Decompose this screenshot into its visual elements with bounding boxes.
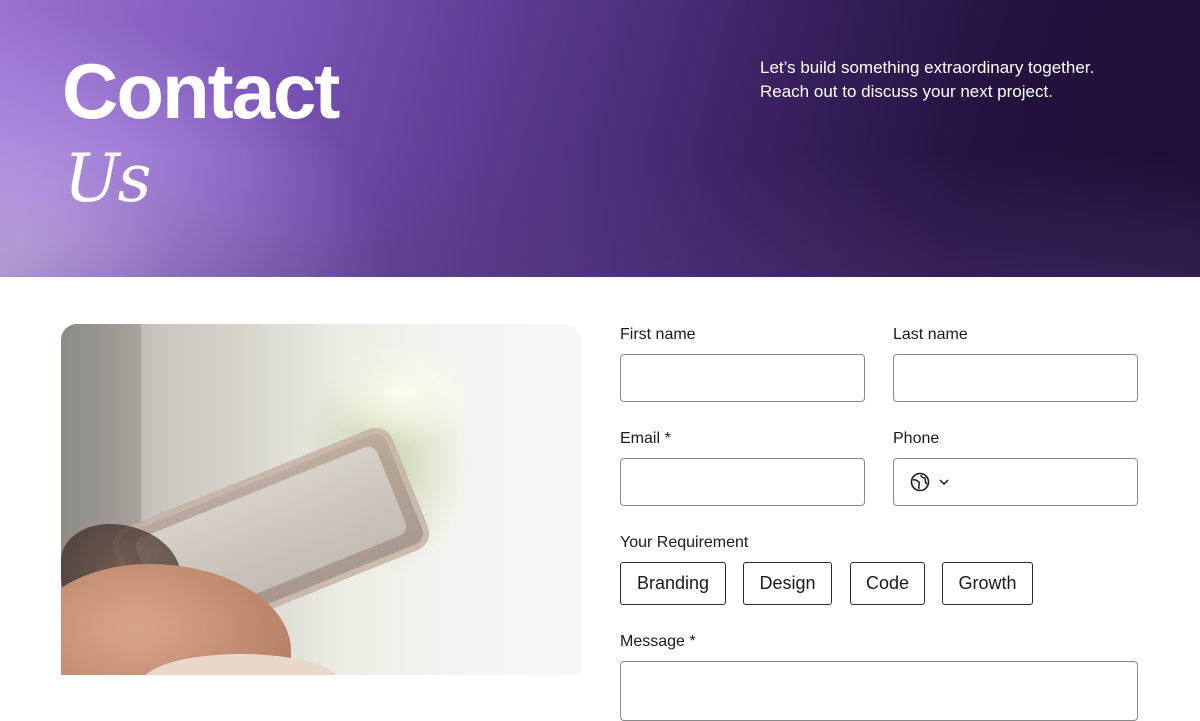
last-name-label: Last name <box>893 326 968 343</box>
hero-banner: Contact Us Let’s build something extraor… <box>0 0 1200 277</box>
email-field[interactable] <box>620 458 865 506</box>
page-title: Contact <box>62 47 340 135</box>
first-name-label: First name <box>620 326 696 343</box>
page-title-italic: Us <box>64 140 151 217</box>
message-textarea[interactable] <box>620 661 1138 721</box>
chevron-down-icon <box>939 479 949 486</box>
requirement-design-button[interactable]: Design <box>743 562 832 605</box>
last-name-field[interactable] <box>893 354 1138 402</box>
email-label: Email * <box>620 430 671 447</box>
tagline-line-1: Let’s build something extraordinary toge… <box>760 58 1095 77</box>
requirement-code-button[interactable]: Code <box>850 562 925 605</box>
requirement-label: Your Requirement <box>620 534 749 551</box>
requirement-branding-button[interactable]: Branding <box>620 562 726 605</box>
message-label: Message * <box>620 633 696 650</box>
globe-icon <box>910 472 930 492</box>
first-name-field[interactable] <box>620 354 865 402</box>
tagline-line-2: Reach out to discuss your next project. <box>760 82 1053 101</box>
hero-tagline: Let’s build something extraordinary toge… <box>760 56 1180 104</box>
requirement-growth-button[interactable]: Growth <box>942 562 1033 605</box>
country-code-select[interactable] <box>910 472 950 492</box>
phone-label: Phone <box>893 430 940 447</box>
contact-photo <box>61 324 581 675</box>
phone-field[interactable] <box>893 458 1138 506</box>
